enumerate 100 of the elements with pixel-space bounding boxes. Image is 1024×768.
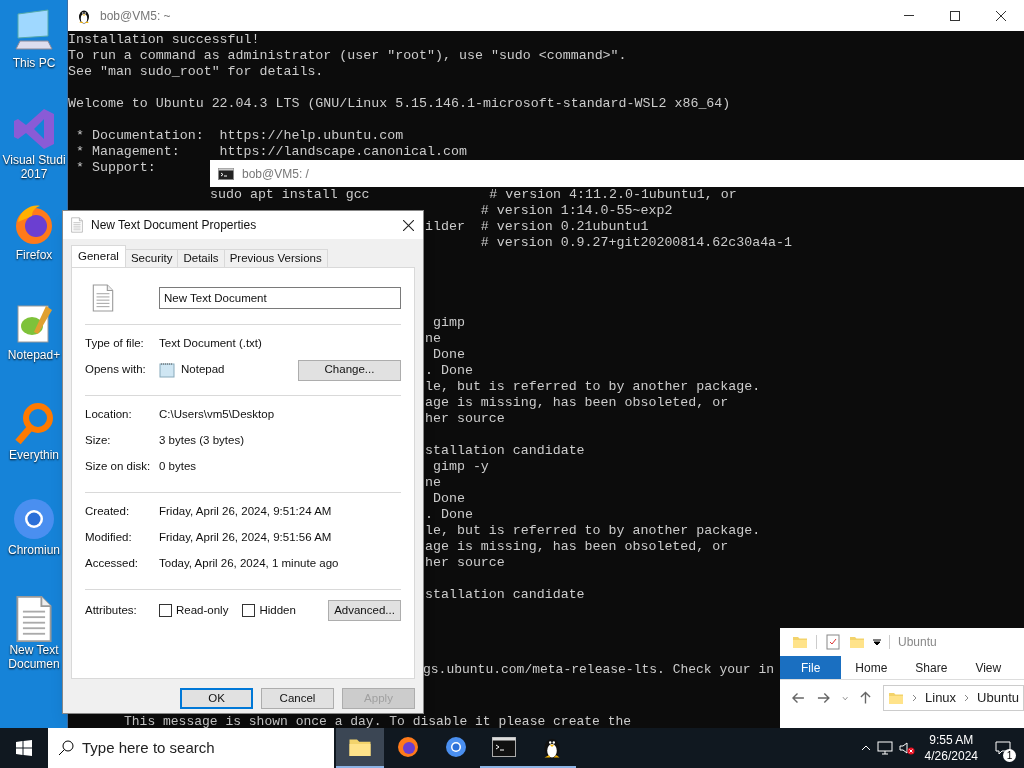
search-icon [58, 740, 74, 756]
property-value: Friday, April 26, 2024, 9:51:56 AM [159, 530, 332, 546]
terminal-line: Installation successful! [68, 32, 260, 48]
terminal-line: ilder # version 0.21ubuntu1 [425, 219, 649, 235]
forward-arrow-icon[interactable] [816, 692, 830, 704]
property-value: 3 bytes (3 bytes) [159, 433, 244, 449]
checkbox-label: Hidden [259, 602, 296, 618]
up-arrow-icon[interactable] [860, 691, 871, 705]
terminal-line: age is missing, has been obsoleted, or [425, 395, 729, 411]
checkbox[interactable] [242, 604, 256, 617]
document-icon [92, 284, 114, 312]
desktop-icon-label[interactable]: Chromiun [8, 543, 60, 557]
window-title: Ubuntu [898, 634, 937, 651]
terminal-line: This message is shown once a day. To disable it please create the [124, 715, 632, 731]
checkbox[interactable] [159, 604, 172, 617]
ribbon-tab[interactable]: File [780, 656, 842, 679]
desktop-icon-label[interactable]: Visual Studi [2, 153, 66, 167]
property-label: Size on disk: [85, 459, 152, 475]
desktop-icon-label[interactable]: 2017 [20, 167, 48, 181]
terminal-line: * Management: https://landscape.canonical.com [74, 144, 467, 160]
terminal-line: her source [425, 555, 505, 571]
terminal-line: * Documentation: https://help.ubuntu.com [74, 128, 404, 144]
terminal-line: See "man sudo_root" for details. [68, 64, 324, 80]
window-title: bob@VM5: ~ [100, 7, 171, 25]
desktop-icon-label[interactable]: This PC [12, 56, 56, 70]
desktop-icon-label[interactable]: Documen [8, 657, 60, 671]
ribbon-tab[interactable]: Home [841, 656, 902, 679]
notification-count: 1 [1003, 749, 1016, 762]
terminal-line: gimp -y [431, 459, 489, 475]
window-title: bob@VM5: / [242, 165, 309, 183]
dialog-button[interactable]: Cancel [261, 688, 334, 709]
property-label: Size: [85, 433, 112, 449]
dialog-button[interactable]: OK [180, 688, 253, 709]
chevron-icon [912, 694, 917, 702]
terminal-line: le, but is referred to by another package. [425, 523, 761, 539]
terminal-line: # version 0.9.27+git20200814.62c30a4a-1 [479, 235, 793, 251]
path-segment[interactable]: Ubuntu [977, 688, 1019, 708]
chevron-icon [964, 694, 970, 702]
terminal-line: gs.ubuntu.com/meta-release-lts. Check your in [423, 662, 775, 678]
property-value: Friday, April 26, 2024, 9:51:24 AM [159, 504, 332, 520]
property-value: Today, April 26, 2024, 1 minute ago [159, 556, 339, 572]
terminal-line: # version 1:14.0-55~exp2 [479, 203, 673, 219]
tab[interactable]: General [71, 245, 126, 267]
property-label: Created: [85, 504, 131, 520]
terminal-line: stallation candidate [425, 443, 585, 459]
terminal-line: Done [431, 347, 465, 363]
property-label: Type of file: [85, 336, 145, 352]
chromium-icon [444, 735, 468, 759]
terminal-line: her source [425, 411, 505, 427]
terminal-line: gimp [431, 315, 465, 331]
terminal-line: * Support: [74, 160, 156, 176]
ribbon-tab[interactable]: Share [901, 656, 962, 679]
property-label: Location: [85, 407, 133, 423]
ribbon-tab[interactable]: View [961, 656, 1016, 679]
address-bar[interactable]: Linux Ubuntu [883, 685, 1024, 711]
document-icon [14, 595, 54, 643]
terminal-line: age is missing, has been obsoleted, or [425, 539, 729, 555]
property-value: C:\Users\vm5\Desktop [159, 407, 275, 423]
speaker-muted-icon[interactable] [898, 740, 915, 756]
network-icon[interactable] [876, 740, 893, 756]
advanced-button[interactable]: Advanced... [328, 600, 401, 621]
desktop-icon-label[interactable]: Firefox [15, 248, 53, 262]
terminal-line: ne [425, 475, 441, 491]
dropdown-icon[interactable] [873, 638, 881, 646]
terminal-line: . Done [425, 507, 473, 523]
desktop-icon-label[interactable]: New Text [9, 643, 59, 657]
property-label: Opens with: [85, 362, 147, 378]
fox-globe-icon [396, 735, 420, 759]
terminal-line: stallation candidate [425, 587, 585, 603]
file-name-field[interactable]: New Text Document [159, 287, 401, 309]
checklist-icon[interactable] [825, 634, 841, 650]
change-button[interactable]: Change... [298, 359, 401, 381]
back-arrow-icon[interactable] [792, 692, 805, 704]
clock[interactable]: 9:55 AM 4/26/2024 [920, 732, 982, 764]
property-value: Text Document (.txt) [159, 336, 262, 352]
terminal-line: sudo apt install gcc # version 4:11.2.0-1ubuntu1, or [210, 187, 737, 203]
property-label: Accessed: [85, 556, 140, 572]
terminal-line: Welcome to Ubuntu 22.04.3 LTS (GNU/Linux 5.15.146.1-microsoft-standard-WSL2 x86_64) [68, 96, 731, 112]
terminal-line: Done [431, 491, 465, 507]
terminal-line: To run a command as administrator (user "root"), use "sudo <command>". [68, 48, 627, 64]
property-value: Notepad [181, 362, 225, 378]
chevron-up-icon[interactable] [860, 745, 871, 751]
terminal-line: le, but is referred to by another package. [425, 379, 761, 395]
console-icon [218, 167, 234, 180]
path-segment[interactable]: Linux [925, 688, 957, 708]
search-field[interactable]: Type here to search [48, 728, 334, 768]
property-value: 0 bytes [159, 459, 197, 475]
dialog-title: New Text Document Properties [91, 217, 257, 234]
terminal-line: . Done [425, 363, 473, 379]
desktop-icon-label[interactable]: Notepad+ [7, 348, 61, 362]
folder-icon [792, 634, 808, 650]
desktop-icon-label[interactable]: Everythin [9, 448, 59, 462]
folder-icon [888, 690, 904, 706]
folder-icon [849, 634, 865, 650]
notepad-icon [159, 362, 175, 378]
property-label: Modified: [85, 530, 133, 546]
notification-button[interactable]: 1 [988, 728, 1018, 768]
terminal-line: ne [425, 331, 441, 347]
console-icon [492, 737, 516, 757]
taskbar-app[interactable] [336, 728, 384, 768]
